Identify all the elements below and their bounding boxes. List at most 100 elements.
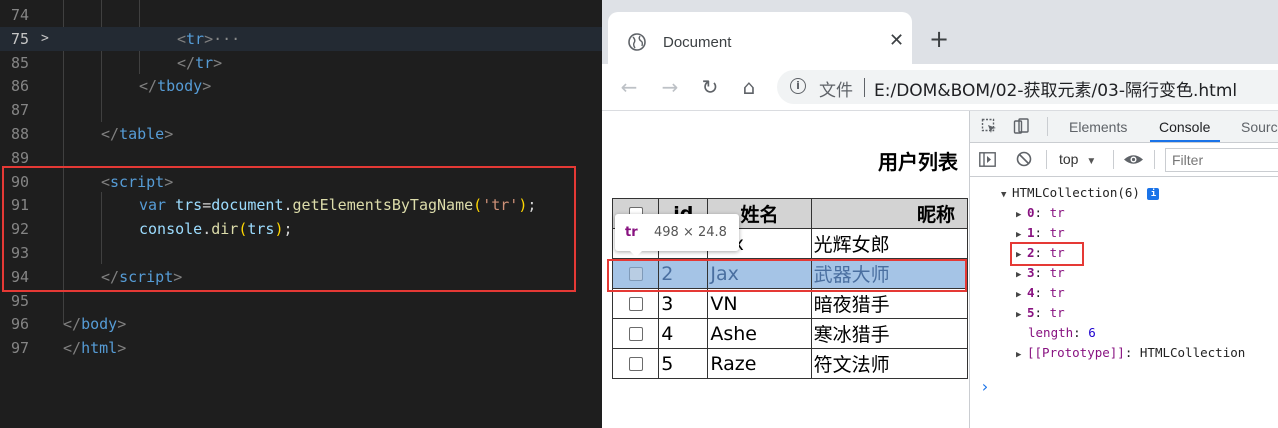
globe-icon — [628, 33, 646, 51]
cell-checkbox — [611, 348, 660, 379]
console-output[interactable]: ▼ HTMLCollection(6) i ▶ 0: tr ▶ 1: tr ▶ 2: tr ▶… — [970, 177, 1278, 428]
code-line[interactable]: 74 — [0, 3, 602, 27]
row-checkbox[interactable] — [628, 357, 643, 371]
code-text: </table> — [101, 122, 173, 146]
code-token: tbody — [157, 77, 203, 96]
show-sidebar-icon[interactable] — [979, 152, 996, 167]
page-heading: 用户列表 — [878, 150, 958, 174]
address-bar[interactable]: i 文件 E:/DOM&BOM/02-获取元素/03-隔行变色.html — [777, 70, 1278, 104]
devtools-tabbar: Elements Console Sourc — [970, 111, 1278, 143]
row-checkbox[interactable] — [628, 327, 643, 341]
device-toolbar-icon[interactable] — [1013, 118, 1029, 134]
item-index: 3 — [1027, 265, 1035, 280]
item-colon: : — [1034, 225, 1050, 240]
code-line[interactable]: 97 </html> — [0, 336, 602, 360]
tab-sources[interactable]: Sourc — [1241, 119, 1278, 135]
length-value: 6 — [1088, 325, 1096, 340]
row-checkbox[interactable] — [628, 297, 643, 311]
code-line[interactable]: 85 </tr> — [0, 51, 602, 75]
cell-name: Raze — [707, 348, 812, 379]
code-token: > — [213, 53, 223, 72]
line-number: 95 — [10, 291, 29, 310]
code-editor[interactable]: 74 75 > <tr>··· 85 </tr> 86 </tbody> 87 88 </table… — [0, 0, 602, 428]
collection-item[interactable]: ▶ 5: tr — [1016, 303, 1065, 323]
code-line[interactable]: 75 > <tr>··· — [0, 26, 602, 51]
item-index: 4 — [1027, 285, 1035, 300]
script-highlight-box — [2, 166, 576, 292]
collection-item[interactable]: ▶ 0: tr — [1016, 203, 1065, 223]
item-value: tr — [1049, 305, 1065, 320]
code-token: </ — [63, 315, 82, 334]
cell-checkbox — [611, 288, 660, 319]
line-number: 85 — [10, 53, 29, 72]
toolbar-divider — [1047, 117, 1048, 136]
tab-strip: Document ✕ + — [602, 0, 1278, 64]
code-line[interactable]: 88 </table> — [0, 122, 602, 146]
code-text: </html> — [63, 336, 126, 360]
toolbar-divider — [1046, 150, 1047, 169]
item-value: tr — [1049, 205, 1065, 220]
item-value: tr — [1049, 285, 1065, 300]
context-selector[interactable]: top ▼ — [1059, 151, 1096, 167]
home-button[interactable]: ⌂ — [737, 75, 761, 99]
new-tab-button[interactable]: + — [929, 27, 949, 51]
code-token: > — [117, 339, 127, 358]
collapsed-triangle-icon: ▶ — [1016, 270, 1022, 280]
cell-nickname: 寒冰猎手 — [810, 318, 968, 349]
code-token: > — [204, 29, 214, 48]
code-token: </ — [63, 339, 82, 358]
prototype-property[interactable]: ▶ [[Prototype]]: HTMLCollection — [1016, 343, 1245, 363]
item-highlight-box — [1010, 242, 1084, 266]
collapsed-triangle-icon: ▶ — [1016, 210, 1022, 220]
console-toolbar: top ▼ Filter — [970, 143, 1278, 177]
back-button[interactable]: ← — [617, 75, 641, 99]
close-tab-icon[interactable]: ✕ — [889, 30, 904, 51]
url-text[interactable]: E:/DOM&BOM/02-获取元素/03-隔行变色.html — [874, 76, 1237, 101]
collection-item[interactable]: ▶ 3: tr — [1016, 263, 1065, 283]
reload-button[interactable]: ↻ — [698, 75, 722, 99]
code-line[interactable]: 87 — [0, 98, 602, 122]
code-token: ··· — [213, 29, 241, 48]
table-row[interactable]: 5 Raze 符文法师 — [611, 348, 968, 379]
clear-console-icon[interactable] — [1016, 151, 1032, 167]
code-token: > — [117, 315, 127, 334]
filter-input[interactable]: Filter — [1165, 148, 1278, 172]
line-number: 96 — [10, 315, 29, 334]
table-row[interactable]: 3 VN 暗夜猎手 — [611, 288, 968, 319]
info-icon[interactable]: i — [790, 78, 806, 94]
cell-name: Ashe — [707, 318, 812, 349]
tab-document[interactable]: Document ✕ — [608, 12, 912, 64]
code-token: </ — [177, 53, 196, 72]
code-line[interactable]: 95 — [0, 289, 602, 313]
collection-item[interactable]: ▶ 1: tr — [1016, 223, 1065, 243]
cell-nickname: 暗夜猎手 — [810, 288, 968, 319]
item-value: tr — [1049, 265, 1065, 280]
item-colon: : — [1034, 205, 1050, 220]
tab-elements[interactable]: Elements — [1069, 119, 1127, 135]
code-line[interactable]: 86 </tbody> — [0, 74, 602, 98]
code-token: > — [202, 77, 212, 96]
code-token: body — [81, 315, 118, 334]
context-label: top — [1059, 151, 1079, 167]
line-number: 87 — [10, 101, 29, 120]
code-line[interactable]: 96 </body> — [0, 312, 602, 336]
cell-checkbox — [611, 318, 660, 349]
tooltip-size: 498 × 24.8 — [654, 225, 727, 240]
forward-button[interactable]: → — [658, 75, 682, 99]
collapsed-triangle-icon: ▶ — [1016, 290, 1022, 300]
fold-chevron-icon[interactable]: > — [41, 27, 49, 51]
code-token: html — [81, 339, 118, 358]
inspect-element-icon[interactable] — [981, 118, 997, 134]
cell-name: VN — [707, 288, 812, 319]
tab-console[interactable]: Console — [1159, 119, 1210, 135]
collection-item[interactable]: ▶ 4: tr — [1016, 283, 1065, 303]
console-prompt-icon[interactable]: › — [980, 377, 990, 396]
prototype-key: [[Prototype]] — [1027, 345, 1125, 360]
row-highlight-box — [607, 259, 967, 292]
table-row[interactable]: 4 Ashe 寒冰猎手 — [611, 318, 968, 349]
code-token: </ — [101, 125, 120, 143]
element-inspect-tooltip: tr 498 × 24.8 — [615, 214, 739, 257]
collection-header[interactable]: ▼ HTMLCollection(6) i — [1001, 183, 1160, 203]
eye-icon[interactable] — [1123, 153, 1144, 166]
cell-id: 4 — [658, 318, 709, 349]
